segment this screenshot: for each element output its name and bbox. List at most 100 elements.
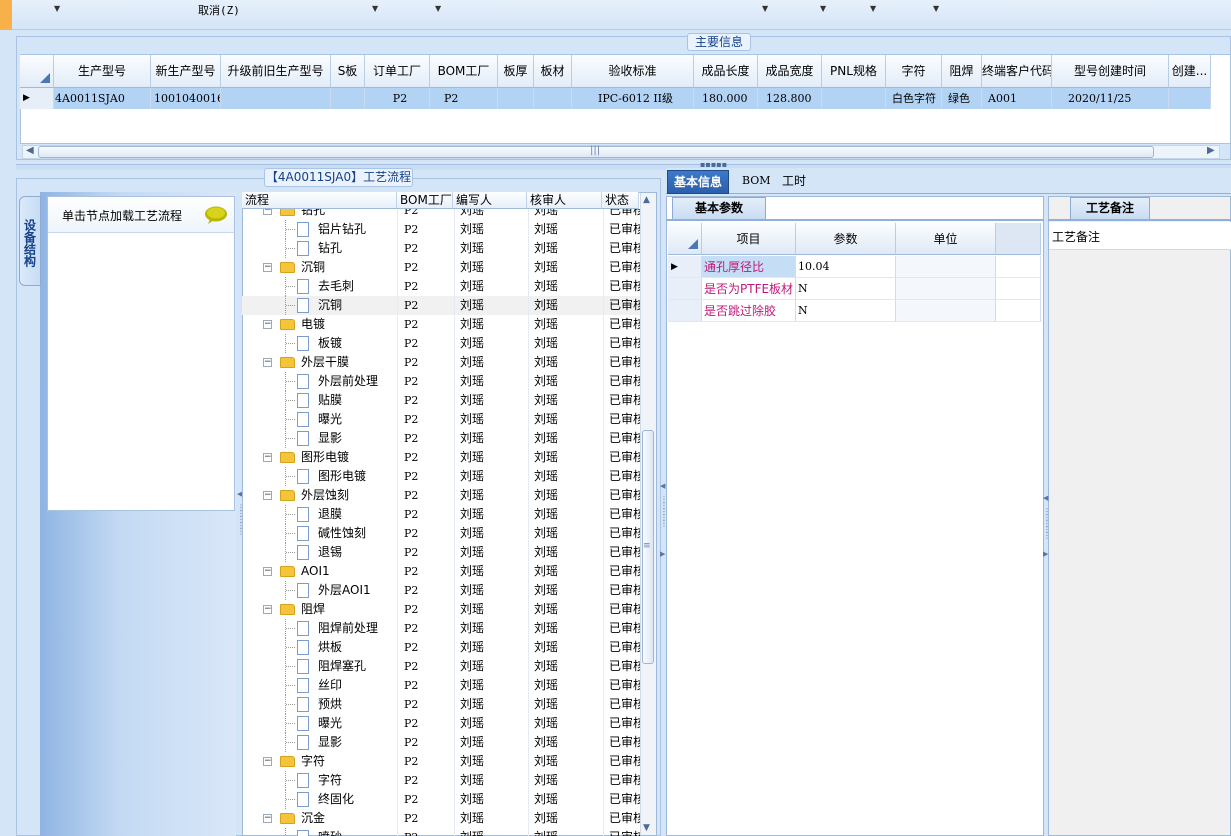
column-header[interactable]: 升级前旧生产型号 (221, 55, 331, 88)
tree-row[interactable]: 板镀 P2 刘瑶 刘瑶 已审核 (242, 334, 640, 353)
collapse-node-icon[interactable]: − (263, 453, 272, 462)
column-header[interactable]: 成品长度 (694, 55, 758, 88)
column-header[interactable]: 字符 (886, 55, 942, 88)
param-item[interactable]: 是否为PTFE板材 (702, 278, 796, 300)
param-value[interactable]: 10.04 (796, 256, 896, 278)
row-indicator[interactable] (668, 300, 702, 322)
param-unit[interactable] (896, 300, 996, 322)
table-cell[interactable] (498, 88, 534, 109)
tree-row[interactable]: − 沉金 P2 刘瑶 刘瑶 已审核 (242, 809, 640, 828)
tab-process-remark[interactable]: 工艺备注 (1070, 197, 1150, 219)
collapse-node-icon[interactable]: − (263, 605, 272, 614)
tree-row[interactable]: 图形电镀 P2 刘瑶 刘瑶 已审核 (242, 467, 640, 486)
tree-row[interactable]: − AOI1 P2 刘瑶 刘瑶 已审核 (242, 562, 640, 581)
column-header[interactable]: 流程 (242, 192, 397, 209)
collapse-node-icon[interactable]: − (263, 358, 272, 367)
tree-row[interactable]: − 字符 P2 刘瑶 刘瑶 已审核 (242, 752, 640, 771)
collapse-node-icon[interactable]: − (263, 567, 272, 576)
table-cell[interactable]: 10010400162544 (151, 88, 221, 109)
scroll-right-arrow-icon[interactable]: ▶ (1207, 145, 1215, 156)
column-header[interactable]: 编写人 (453, 192, 527, 209)
dropdown-arrow-icon[interactable]: ▼ (933, 4, 939, 13)
column-header[interactable]: 新生产型号 (151, 55, 221, 88)
tree-row[interactable]: 喷砂 P2 刘瑶刘瑶 已审核 (242, 828, 640, 836)
tree-row[interactable]: 丝印 P2 刘瑶 刘瑶 已审核 (242, 676, 640, 695)
dropdown-arrow-icon[interactable]: ▼ (372, 4, 378, 13)
app-menu-accent[interactable] (0, 0, 12, 30)
column-header[interactable]: 阻焊 (942, 55, 982, 88)
table-cell[interactable]: 2020/11/25 (1052, 88, 1169, 109)
column-header[interactable]: 核审人 (527, 192, 602, 209)
column-header[interactable]: 型号创建时间 (1052, 55, 1169, 88)
tab-work-hours[interactable]: 工时 (776, 170, 812, 194)
param-value[interactable]: N (796, 278, 896, 300)
tree-row[interactable]: 显影 P2 刘瑶 刘瑶 已审核 (242, 429, 640, 448)
scroll-up-arrow-icon[interactable]: ▲ (643, 195, 650, 205)
table-cell[interactable] (1169, 88, 1211, 109)
column-header[interactable]: 终端客户代码 (982, 55, 1052, 88)
tab-bom[interactable]: BOM (736, 170, 777, 194)
param-row[interactable]: 是否跳过除胶 N (668, 300, 1041, 322)
tree-row[interactable]: 阻焊塞孔 P2 刘瑶 刘瑶 已审核 (242, 657, 640, 676)
tree-row[interactable]: 烘板 P2 刘瑶 刘瑶 已审核 (242, 638, 640, 657)
splitter-grip-icon[interactable]: ⋮ ⋮ ⋮ ⋮ ⋮ (1043, 508, 1051, 540)
collapse-left-icon[interactable]: ◀ (1043, 494, 1048, 502)
dropdown-arrow-icon[interactable]: ▼ (54, 4, 60, 13)
column-header[interactable]: 订单工厂 (365, 55, 430, 88)
column-header[interactable]: 生产型号 (54, 55, 151, 88)
dropdown-arrow-icon[interactable]: ▼ (820, 4, 826, 13)
column-header[interactable]: 板厚 (498, 55, 534, 88)
tree-row[interactable]: 铝片钻孔 P2 刘瑶 刘瑶 已审核 (242, 220, 640, 239)
column-header[interactable]: 单位 (896, 223, 996, 255)
collapse-node-icon[interactable]: − (263, 320, 272, 329)
table-cell[interactable]: 180.000 (694, 88, 758, 109)
table-cell[interactable]: 4A0011SJA0 (54, 88, 151, 109)
table-cell[interactable] (534, 88, 572, 109)
scroll-down-arrow-icon[interactable]: ▼ (643, 823, 650, 833)
param-value[interactable]: N (796, 300, 896, 322)
row-indicator[interactable] (668, 278, 702, 300)
tree-row[interactable]: 贴膜 P2 刘瑶 刘瑶 已审核 (242, 391, 640, 410)
param-row[interactable]: 是否为PTFE板材 N (668, 278, 1041, 300)
column-header[interactable]: 项目 (702, 223, 796, 255)
tree-row[interactable]: 显影 P2 刘瑶 刘瑶 已审核 (242, 733, 640, 752)
tree-row[interactable]: 碱性蚀刻 P2 刘瑶 刘瑶 已审核 (242, 524, 640, 543)
collapse-node-icon[interactable]: − (263, 491, 272, 500)
tree-row[interactable]: 曝光 P2 刘瑶 刘瑶 已审核 (242, 410, 640, 429)
tab-basic-params[interactable]: 基本参数 (672, 197, 766, 219)
tree-row[interactable]: 退锡 P2 刘瑶 刘瑶 已审核 (242, 543, 640, 562)
column-header[interactable]: BOM工厂 (430, 55, 498, 88)
row-indicator-icon[interactable]: ▶ (20, 88, 54, 109)
tree-row[interactable]: 退膜 P2 刘瑶 刘瑶 已审核 (242, 505, 640, 524)
dropdown-arrow-icon[interactable]: ▼ (762, 4, 768, 13)
expand-right-icon[interactable]: ▶ (1043, 550, 1048, 558)
collapse-node-icon[interactable]: − (263, 814, 272, 823)
table-cell[interactable] (221, 88, 331, 109)
tree-row[interactable]: − 图形电镀 P2 刘瑶 刘瑶 已审核 (242, 448, 640, 467)
dropdown-arrow-icon[interactable]: ▼ (870, 4, 876, 13)
param-item[interactable]: 是否跳过除胶 (702, 300, 796, 322)
tree-row[interactable]: 终固化 P2 刘瑶 刘瑶 已审核 (242, 790, 640, 809)
tree-row[interactable]: 钻孔 P2 刘瑶 刘瑶 已审核 (242, 239, 640, 258)
row-indicator-icon[interactable]: ▶ (668, 256, 702, 278)
column-header[interactable]: S板 (331, 55, 365, 88)
table-cell[interactable]: IPC-6012 II级 (572, 88, 694, 109)
table-cell[interactable]: A001 (982, 88, 1052, 109)
tree-row[interactable]: − 外层蚀刻 P2 刘瑶 刘瑶 已审核 (242, 486, 640, 505)
table-cell[interactable]: 绿色 (942, 88, 982, 109)
tree-row[interactable]: 外层前处理 P2 刘瑶 刘瑶 已审核 (242, 372, 640, 391)
tree-row[interactable]: 字符 P2 刘瑶 刘瑶 已审核 (242, 771, 640, 790)
collapse-node-icon[interactable]: − (263, 263, 272, 272)
tree-row[interactable]: − 外层干膜 P2 刘瑶 刘瑶 已审核 (242, 353, 640, 372)
collapse-right-icon[interactable]: ◀ (660, 482, 665, 490)
table-cell[interactable] (822, 88, 886, 109)
tree-row[interactable]: 去毛刺 P2 刘瑶 刘瑶 已审核 (242, 277, 640, 296)
table-row[interactable]: ▶4A0011SJA010010400162544 P2P2 IPC-6012 II… (20, 88, 1211, 109)
tree-row[interactable]: − 钻孔 P2 刘瑶 刘瑶 已审核 (242, 209, 640, 220)
tab-equipment-structure[interactable]: 设备结构 (19, 196, 41, 286)
tab-basic-info[interactable]: 基本信息 (667, 170, 730, 194)
expand-right-icon[interactable]: ▶ (660, 550, 665, 558)
tree-row[interactable]: 曝光 P2 刘瑶 刘瑶 已审核 (242, 714, 640, 733)
param-unit[interactable] (896, 278, 996, 300)
column-header[interactable]: 成品宽度 (758, 55, 822, 88)
